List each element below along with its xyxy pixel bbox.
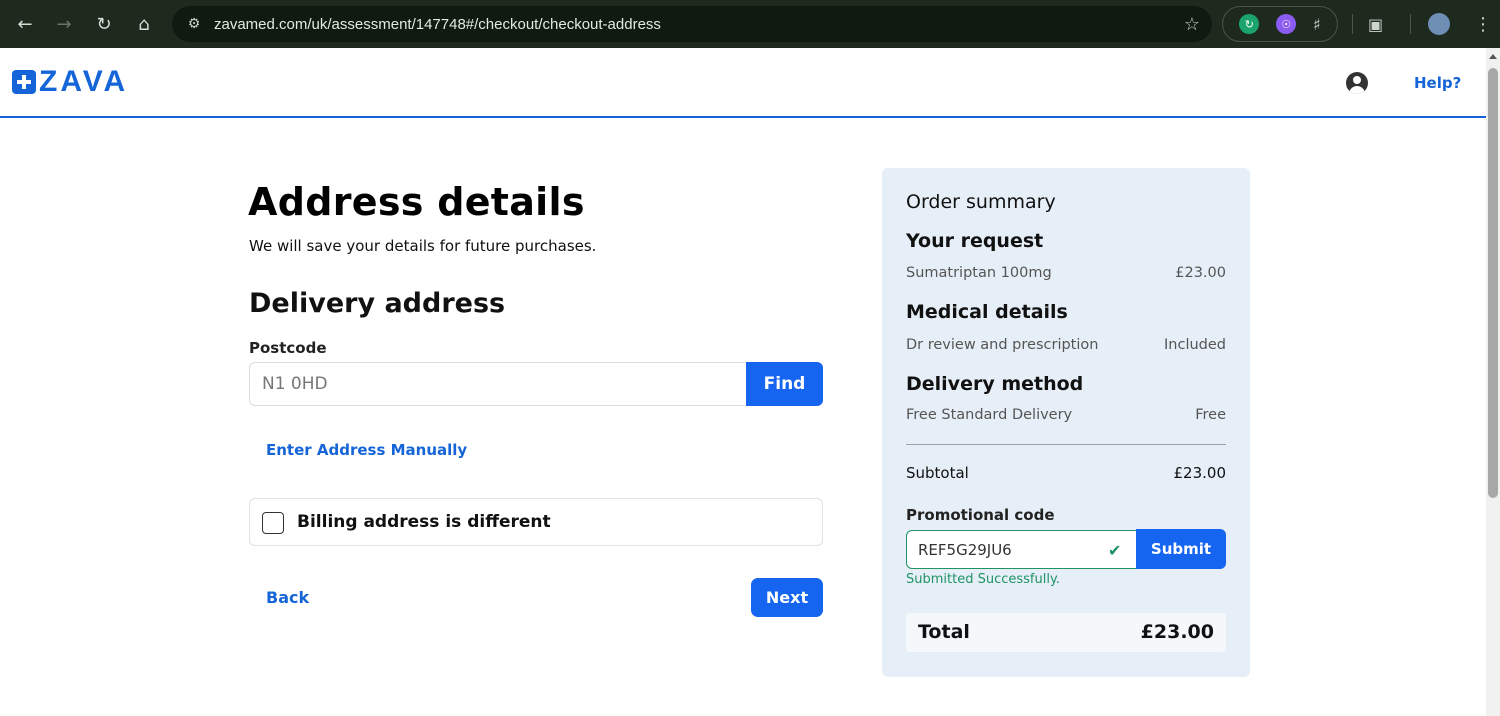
order-summary-panel: Order summary Your request Sumatriptan 1… bbox=[882, 168, 1250, 677]
scroll-up-icon[interactable] bbox=[1489, 54, 1497, 59]
url-text: zavamed.com/uk/assessment/147748#/checko… bbox=[214, 15, 661, 33]
address-bar[interactable]: ⚙ zavamed.com/uk/assessment/147748#/chec… bbox=[172, 6, 1212, 42]
summary-item-value: Free bbox=[1195, 407, 1226, 423]
scroll-thumb[interactable] bbox=[1488, 68, 1498, 498]
promo-code-label: Promotional code bbox=[906, 506, 1055, 524]
section-heading: Your request bbox=[906, 230, 1044, 252]
summary-item-label: Dr review and prescription bbox=[906, 337, 1099, 353]
enter-address-manually-link[interactable]: Enter Address Manually bbox=[266, 441, 467, 459]
billing-label: Billing address is different bbox=[297, 512, 551, 532]
summary-item-label: Sumatriptan 100mg bbox=[906, 265, 1052, 281]
total-label: Total bbox=[918, 621, 970, 643]
summary-divider bbox=[906, 444, 1226, 445]
page-subtitle: We will save your details for future pur… bbox=[249, 237, 597, 255]
total-row: Total £23.00 bbox=[906, 613, 1226, 652]
back-link[interactable]: Back bbox=[266, 588, 309, 607]
home-icon[interactable]: ⌂ bbox=[124, 0, 164, 48]
promo-submit-button[interactable]: Submit bbox=[1136, 529, 1226, 569]
checkmark-icon: ✔ bbox=[1108, 541, 1122, 560]
bookmark-star-icon[interactable]: ☆ bbox=[1172, 14, 1212, 35]
zava-logo[interactable]: ZAVA bbox=[12, 65, 129, 98]
browser-menu-icon[interactable]: ⋮ bbox=[1474, 0, 1492, 48]
postcode-label: Postcode bbox=[249, 339, 327, 357]
subtotal-label: Subtotal bbox=[906, 464, 969, 482]
tab-search-icon[interactable]: ▣ bbox=[1368, 0, 1383, 48]
promo-status-message: Submitted Successfully. bbox=[906, 572, 1060, 587]
postcode-input[interactable] bbox=[249, 362, 748, 406]
browser-toolbar: ← → ↻ ⌂ ⚙ zavamed.com/uk/assessment/1477… bbox=[0, 0, 1500, 48]
summary-item-label: Free Standard Delivery bbox=[906, 407, 1073, 423]
page-title: Address details bbox=[248, 180, 585, 224]
site-header: ZAVA Help? bbox=[0, 48, 1486, 118]
extension-grammarly-icon[interactable]: ↻ bbox=[1239, 14, 1260, 34]
profile-avatar-icon[interactable] bbox=[1428, 0, 1450, 48]
account-icon[interactable] bbox=[1346, 72, 1368, 94]
order-summary-title: Order summary bbox=[906, 191, 1056, 213]
toolbar-separator bbox=[1410, 14, 1411, 34]
delivery-address-heading: Delivery address bbox=[249, 288, 506, 319]
toolbar-separator bbox=[1352, 14, 1353, 34]
next-button[interactable]: Next bbox=[751, 578, 823, 617]
total-value: £23.00 bbox=[1140, 621, 1214, 643]
site-settings-icon[interactable]: ⚙ bbox=[178, 16, 210, 32]
reload-icon[interactable]: ↻ bbox=[84, 0, 124, 48]
extensions-group: ↻ ☉ ♯ bbox=[1222, 6, 1338, 42]
extension-purple-icon[interactable]: ☉ bbox=[1276, 14, 1297, 34]
subtotal-value: £23.00 bbox=[1173, 464, 1227, 482]
billing-checkbox[interactable] bbox=[262, 512, 284, 534]
plus-logo-icon bbox=[12, 70, 36, 94]
section-heading: Medical details bbox=[906, 301, 1068, 323]
summary-item-value: Included bbox=[1164, 337, 1226, 353]
billing-address-option[interactable]: Billing address is different bbox=[249, 498, 823, 546]
section-heading: Delivery method bbox=[906, 373, 1084, 395]
summary-item-value: £23.00 bbox=[1175, 265, 1226, 281]
help-link[interactable]: Help? bbox=[1414, 74, 1461, 92]
promo-code-input[interactable] bbox=[906, 530, 1138, 569]
find-button[interactable]: Find bbox=[746, 362, 823, 406]
back-arrow-icon[interactable]: ← bbox=[5, 0, 45, 48]
logo-text: ZAVA bbox=[39, 65, 129, 98]
extensions-puzzle-icon[interactable]: ♯ bbox=[1313, 15, 1321, 34]
forward-arrow-icon[interactable]: → bbox=[44, 0, 84, 48]
page-scrollbar[interactable] bbox=[1486, 48, 1500, 716]
